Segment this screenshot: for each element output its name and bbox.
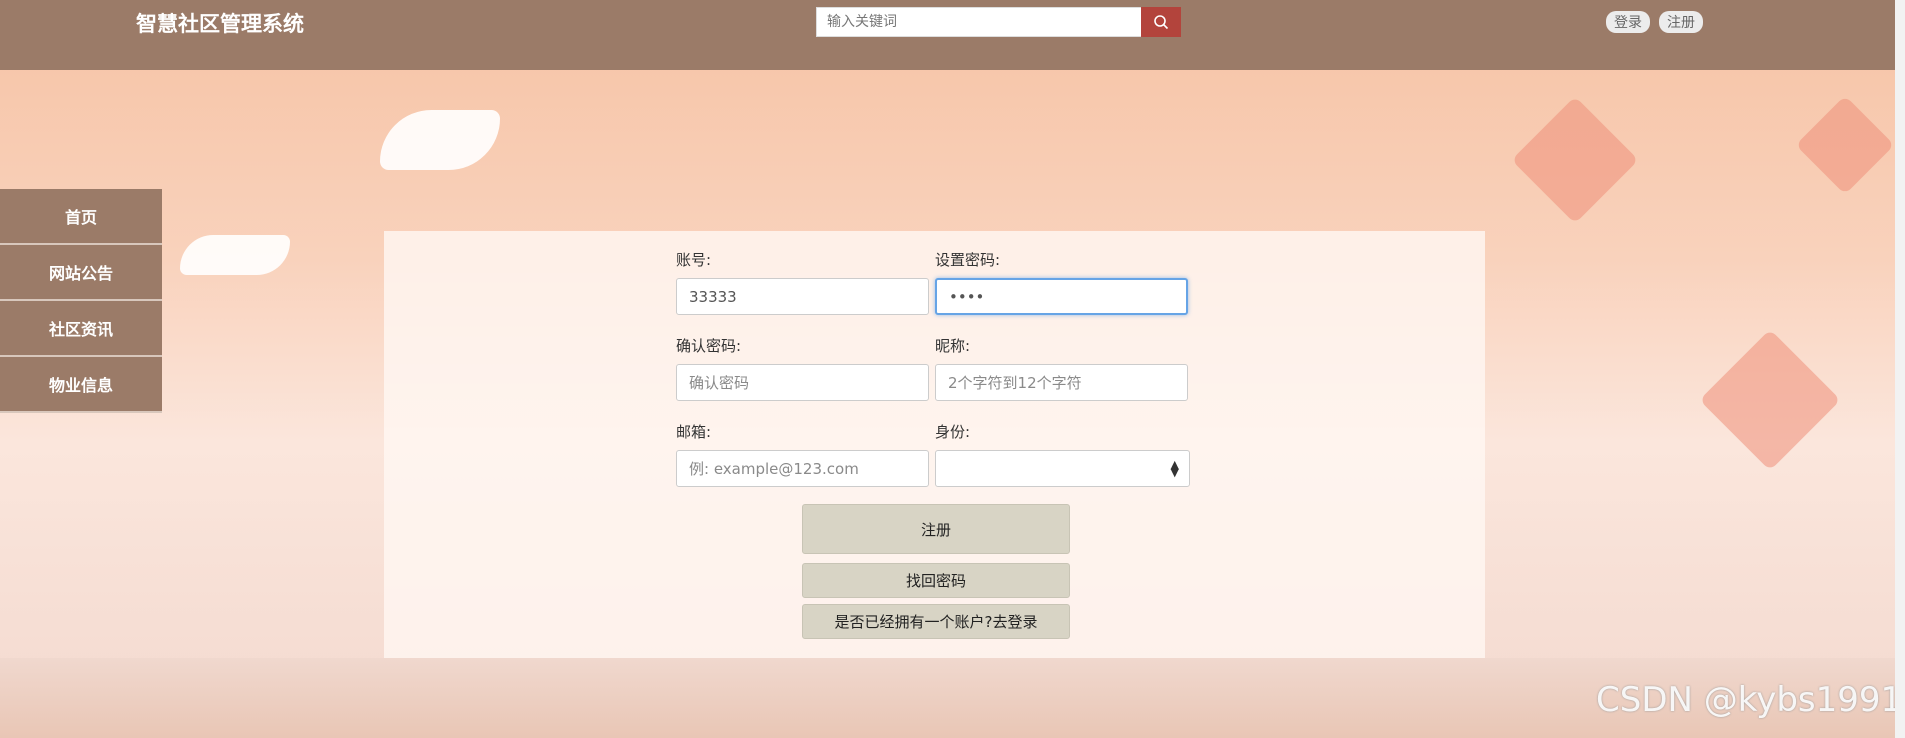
register-submit-button[interactable]: 注册 bbox=[802, 504, 1070, 554]
sidebar-item-community-news[interactable]: 社区资讯 bbox=[0, 301, 162, 357]
password-input[interactable] bbox=[935, 278, 1188, 315]
heart-decoration bbox=[1699, 329, 1841, 471]
account-field: 账号: bbox=[676, 249, 929, 315]
sidebar-item-property-info[interactable]: 物业信息 bbox=[0, 357, 162, 413]
register-button[interactable]: 注册 bbox=[1659, 11, 1703, 33]
scrollbar[interactable] bbox=[1895, 0, 1905, 738]
heart-decoration bbox=[1795, 95, 1895, 195]
sidebar-item-announcements[interactable]: 网站公告 bbox=[0, 245, 162, 301]
confirm-password-input[interactable] bbox=[676, 364, 929, 401]
account-input[interactable] bbox=[676, 278, 929, 315]
top-header: 智慧社区管理系统 登录 注册 bbox=[0, 0, 1895, 70]
nickname-field: 昵称: bbox=[935, 335, 1188, 401]
account-label: 账号: bbox=[676, 251, 712, 269]
search-bar bbox=[816, 7, 1181, 37]
login-button[interactable]: 登录 bbox=[1606, 11, 1650, 33]
confirm-password-field: 确认密码: bbox=[676, 335, 929, 401]
password-label: 设置密码: bbox=[935, 251, 1001, 269]
sidebar: 首页 网站公告 社区资讯 物业信息 bbox=[0, 189, 162, 413]
nickname-input[interactable] bbox=[935, 364, 1188, 401]
email-field: 邮箱: bbox=[676, 421, 929, 487]
role-label: 身份: bbox=[935, 423, 971, 441]
csdn-watermark: CSDN @kybs1991 bbox=[1596, 680, 1903, 720]
email-input[interactable] bbox=[676, 450, 929, 487]
search-icon bbox=[1154, 15, 1169, 30]
email-label: 邮箱: bbox=[676, 423, 712, 441]
recover-password-button[interactable]: 找回密码 bbox=[802, 563, 1070, 598]
role-select[interactable]: ▲ ▼ bbox=[935, 450, 1190, 487]
role-field: 身份: ▲ ▼ bbox=[935, 421, 1190, 487]
search-input[interactable] bbox=[816, 7, 1141, 37]
password-field: 设置密码: bbox=[935, 249, 1188, 315]
dove-icon bbox=[380, 110, 500, 170]
confirm-password-label: 确认密码: bbox=[676, 337, 742, 355]
search-button[interactable] bbox=[1141, 7, 1181, 37]
sidebar-item-home[interactable]: 首页 bbox=[0, 189, 162, 245]
nickname-label: 昵称: bbox=[935, 337, 971, 355]
site-title: 智慧社区管理系统 bbox=[136, 12, 304, 36]
dove-icon bbox=[180, 235, 290, 275]
heart-decoration bbox=[1511, 96, 1639, 224]
go-login-button[interactable]: 是否已经拥有一个账户?去登录 bbox=[802, 604, 1070, 639]
select-arrows-icon: ▲ ▼ bbox=[1170, 458, 1179, 479]
